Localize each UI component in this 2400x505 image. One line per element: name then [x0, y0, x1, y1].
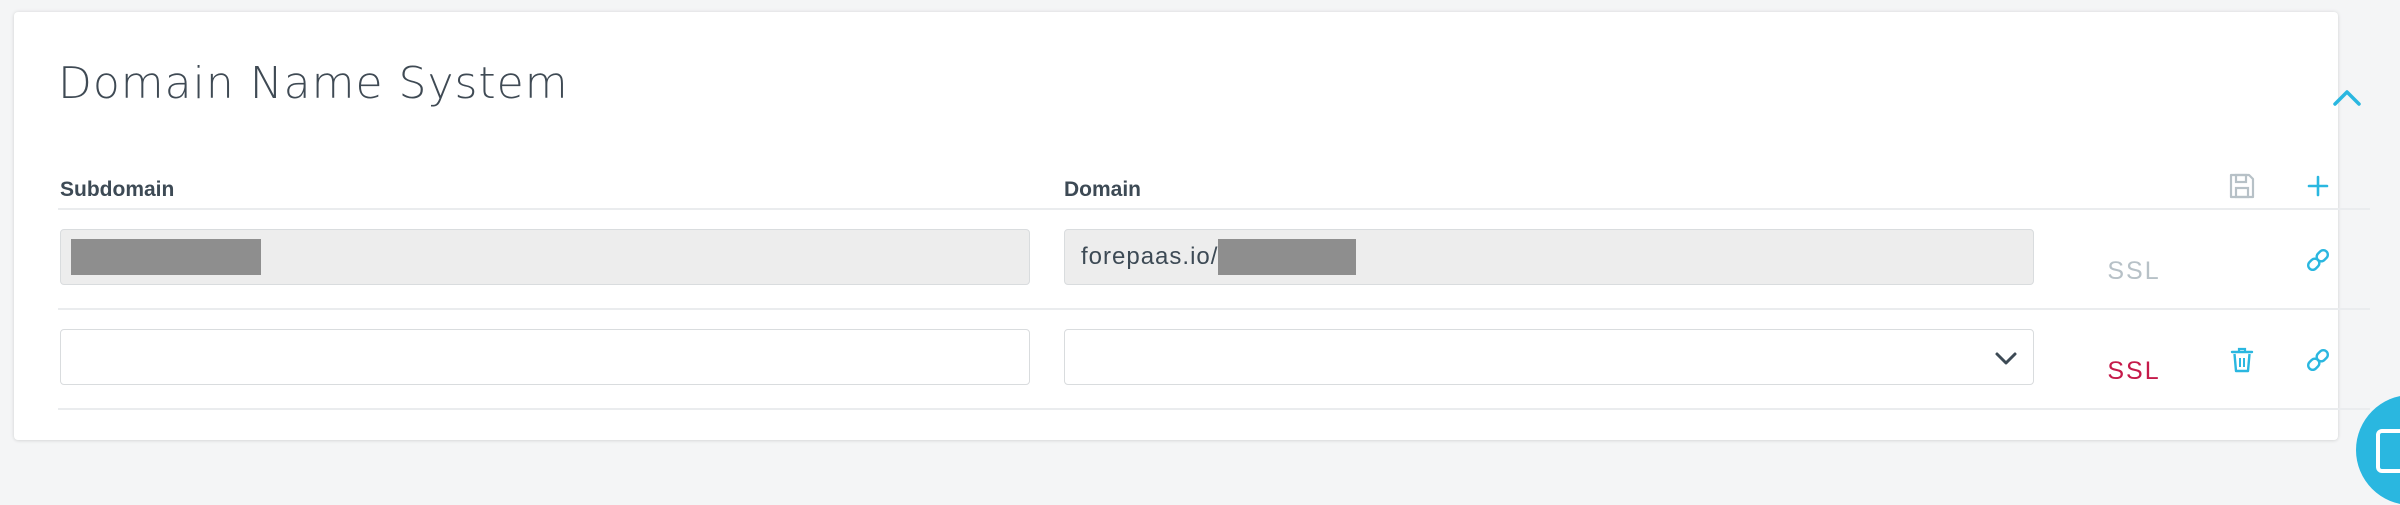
subdomain-input[interactable] — [60, 329, 1030, 385]
save-icon — [2229, 173, 2255, 199]
subdomain-field — [60, 229, 1030, 285]
ssl-toggle[interactable]: SSL — [2106, 357, 2162, 386]
collapse-button[interactable] — [2327, 80, 2367, 116]
link-button[interactable] — [2300, 342, 2336, 378]
chevron-up-icon — [2333, 90, 2361, 106]
chat-launcher-button[interactable] — [2356, 395, 2400, 505]
row-divider — [58, 308, 2370, 310]
redacted-subdomain — [71, 239, 261, 275]
redacted-domain-path — [1218, 239, 1357, 275]
save-button[interactable] — [2224, 168, 2260, 204]
link-button[interactable] — [2300, 242, 2336, 278]
column-header-subdomain: Subdomain — [60, 178, 175, 201]
chat-icon — [2376, 429, 2400, 473]
domain-select[interactable] — [1064, 329, 2034, 385]
header-divider — [58, 208, 2370, 210]
row-divider — [58, 408, 2370, 410]
plus-icon — [2307, 175, 2329, 197]
delete-button[interactable] — [2224, 342, 2260, 378]
domain-prefix: forepaas.io/ — [1081, 243, 1219, 270]
link-icon — [2306, 248, 2330, 272]
chevron-down-icon — [1995, 352, 2017, 365]
trash-icon — [2230, 347, 2254, 373]
ssl-toggle[interactable]: SSL — [2106, 257, 2162, 286]
section-title: Domain Name System — [58, 58, 569, 109]
link-icon — [2306, 348, 2330, 372]
dns-panel: Domain Name System Subdomain Domain fore… — [14, 12, 2370, 440]
domain-field: forepaas.io/ — [1064, 229, 2034, 285]
column-header-domain: Domain — [1064, 178, 1142, 201]
add-button[interactable] — [2300, 168, 2336, 204]
